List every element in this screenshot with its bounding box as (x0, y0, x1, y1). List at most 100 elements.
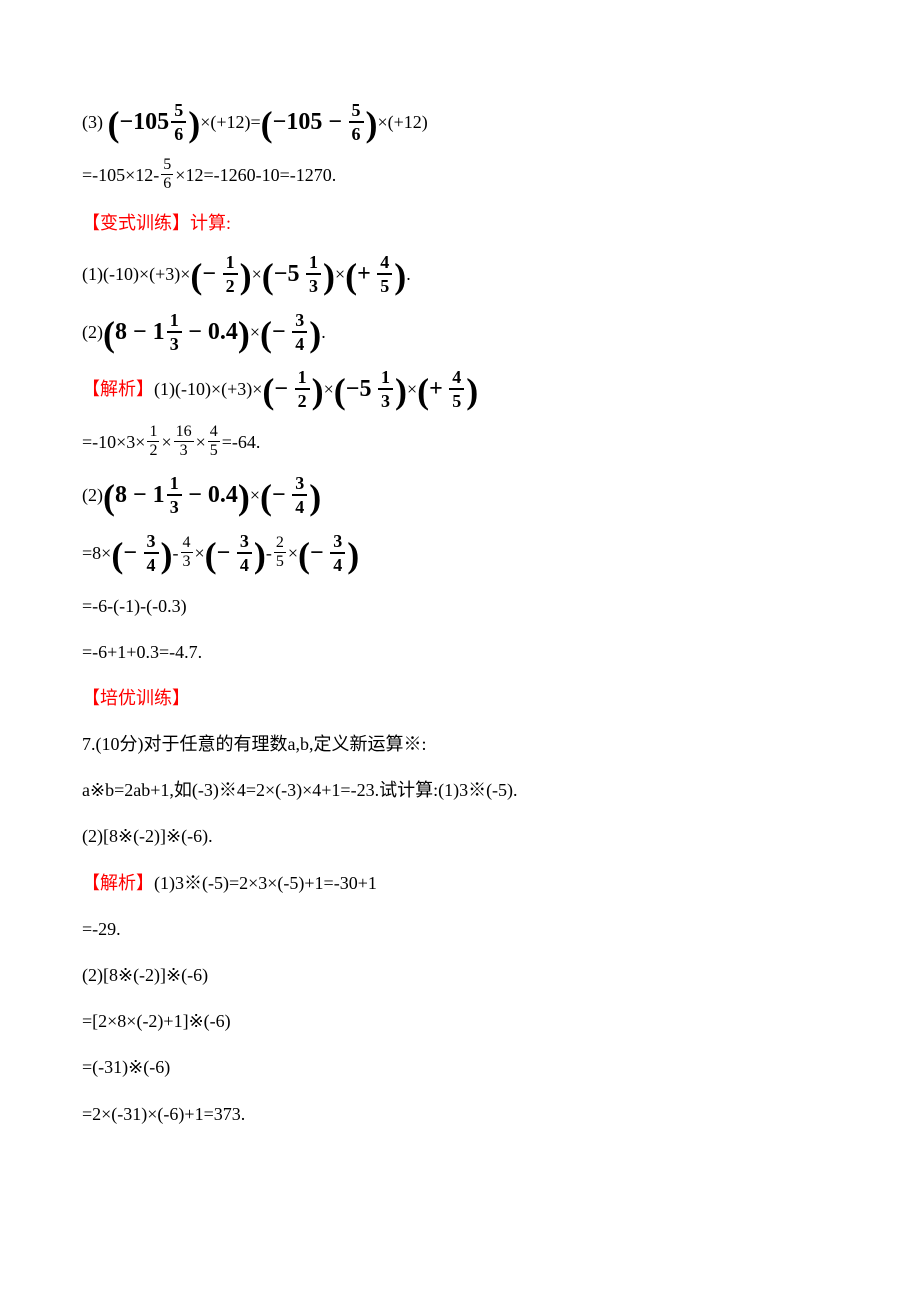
text: (1)(-10)×(+3)× (82, 264, 190, 284)
text: × (407, 379, 417, 399)
inner: 8 − 1 (115, 482, 165, 508)
section-heading-bianshi: 【变式训练】计算: (82, 206, 840, 240)
close-paren: ) (309, 314, 321, 354)
jiexi-label: 【解析】 (82, 873, 154, 893)
close-paren: ) (466, 371, 478, 411)
inner: − 0.4 (188, 319, 238, 345)
text: . (406, 264, 411, 284)
text: × (288, 543, 298, 563)
fraction: 12 (223, 253, 238, 295)
inner: 8 − 1 (115, 319, 165, 345)
equation-line: 【解析】(1)(-10)×(+3)×(− 12)×(−5 13)×(+ 45) (82, 367, 840, 413)
num: −105 (120, 109, 170, 135)
open-paren: ( (345, 256, 357, 296)
mid: ×(+12)= (200, 112, 260, 132)
fraction: 34 (330, 532, 345, 574)
open-paren: ( (417, 371, 429, 411)
fraction: 34 (237, 532, 252, 574)
equation-line: =-105×12-56×12=-1260-10=-1270. (82, 158, 840, 194)
open-paren: ( (261, 104, 273, 144)
text-line: (2)[8※(-2)]※(-6). (82, 819, 840, 853)
minus: − (274, 376, 288, 402)
close-paren: ) (395, 371, 407, 411)
open-paren: ( (262, 256, 274, 296)
equation-line: (2)(8 − 113 − 0.4)×(− 34). (82, 310, 840, 356)
close-paren: ) (347, 535, 359, 575)
text: × (195, 543, 205, 563)
whole: −5 (274, 261, 300, 287)
fraction: 45 (449, 368, 464, 410)
fraction: 56 (161, 157, 173, 192)
equation-line: =-10×3×12×163×45=-64. (82, 425, 840, 461)
text: × (335, 264, 345, 284)
minus: − (272, 319, 286, 345)
equation-line: =-6-(-1)-(-0.3) (82, 589, 840, 623)
plus: + (429, 376, 443, 402)
equation-line: (2)(8 − 113 − 0.4)×(− 34) (82, 473, 840, 519)
equation-line: (3) (−10556)×(+12)=(−105 − 56)×(+12) (82, 100, 840, 146)
minus: − (217, 540, 231, 566)
open-paren: ( (103, 314, 115, 354)
close-paren: ) (161, 535, 173, 575)
inner: − 0.4 (188, 482, 238, 508)
fraction: 12 (295, 368, 310, 410)
fraction: 34 (144, 532, 159, 574)
open-paren: ( (334, 371, 346, 411)
text: =-64. (222, 432, 261, 452)
text-line: =2×(-31)×(-6)+1=373. (82, 1097, 840, 1131)
fraction: 56 (349, 101, 364, 143)
close-paren: ) (238, 314, 250, 354)
open-paren: ( (108, 104, 120, 144)
fraction: 43 (181, 535, 193, 570)
text: (2) (82, 322, 103, 342)
fraction: 13 (167, 474, 182, 516)
text-line: (2)[8※(-2)]※(-6) (82, 958, 840, 992)
minus: − (310, 540, 324, 566)
fraction: 25 (274, 535, 286, 570)
text: ×12=-1260-10=-1270. (175, 165, 336, 185)
open-paren: ( (260, 314, 272, 354)
close-paren: ) (309, 477, 321, 517)
plus: + (357, 261, 371, 287)
text-line: 【解析】(1)3※(-5)=2×3×(-5)+1=-30+1 (82, 866, 840, 900)
fraction: 45 (208, 424, 220, 459)
text-line: 7.(10分)对于任意的有理数a,b,定义新运算※: (82, 727, 840, 761)
close-paren: ) (188, 104, 200, 144)
fraction: 163 (174, 424, 194, 459)
text: =-10×3× (82, 432, 145, 452)
part-num: (3) (82, 112, 103, 132)
open-paren: ( (260, 477, 272, 517)
text: × (252, 264, 262, 284)
equation-line: =8×(− 34)-43×(− 34)-25×(− 34) (82, 531, 840, 577)
fraction: 34 (292, 311, 307, 353)
text: . (321, 322, 326, 342)
fraction: 13 (378, 368, 393, 410)
fraction: 13 (167, 311, 182, 353)
text-line: a※b=2ab+1,如(-3)※4=2×(-3)×4+1=-23.试计算:(1)… (82, 773, 840, 807)
text: × (161, 432, 171, 452)
text: - (266, 543, 272, 563)
close-paren: ) (238, 477, 250, 517)
jiexi-label: 【解析】 (82, 379, 154, 399)
fraction: 56 (171, 101, 186, 143)
open-paren: ( (262, 371, 274, 411)
fraction: 12 (147, 424, 159, 459)
text: - (173, 543, 179, 563)
fraction: 45 (377, 253, 392, 295)
equation-line: (1)(-10)×(+3)×(− 12)×(−5 13)×(+ 45). (82, 252, 840, 298)
open-paren: ( (111, 535, 123, 575)
close-paren: ) (312, 371, 324, 411)
text-line: =-29. (82, 912, 840, 946)
close-paren: ) (240, 256, 252, 296)
close-paren: ) (254, 535, 266, 575)
fraction: 13 (306, 253, 321, 295)
fraction: 34 (292, 474, 307, 516)
open-paren: ( (205, 535, 217, 575)
num: −105 − (273, 109, 342, 135)
text-line: =[2×8×(-2)+1]※(-6) (82, 1004, 840, 1038)
text: =8× (82, 543, 111, 563)
minus: − (272, 482, 286, 508)
whole: −5 (346, 376, 372, 402)
open-paren: ( (103, 477, 115, 517)
text: (2) (82, 485, 103, 505)
